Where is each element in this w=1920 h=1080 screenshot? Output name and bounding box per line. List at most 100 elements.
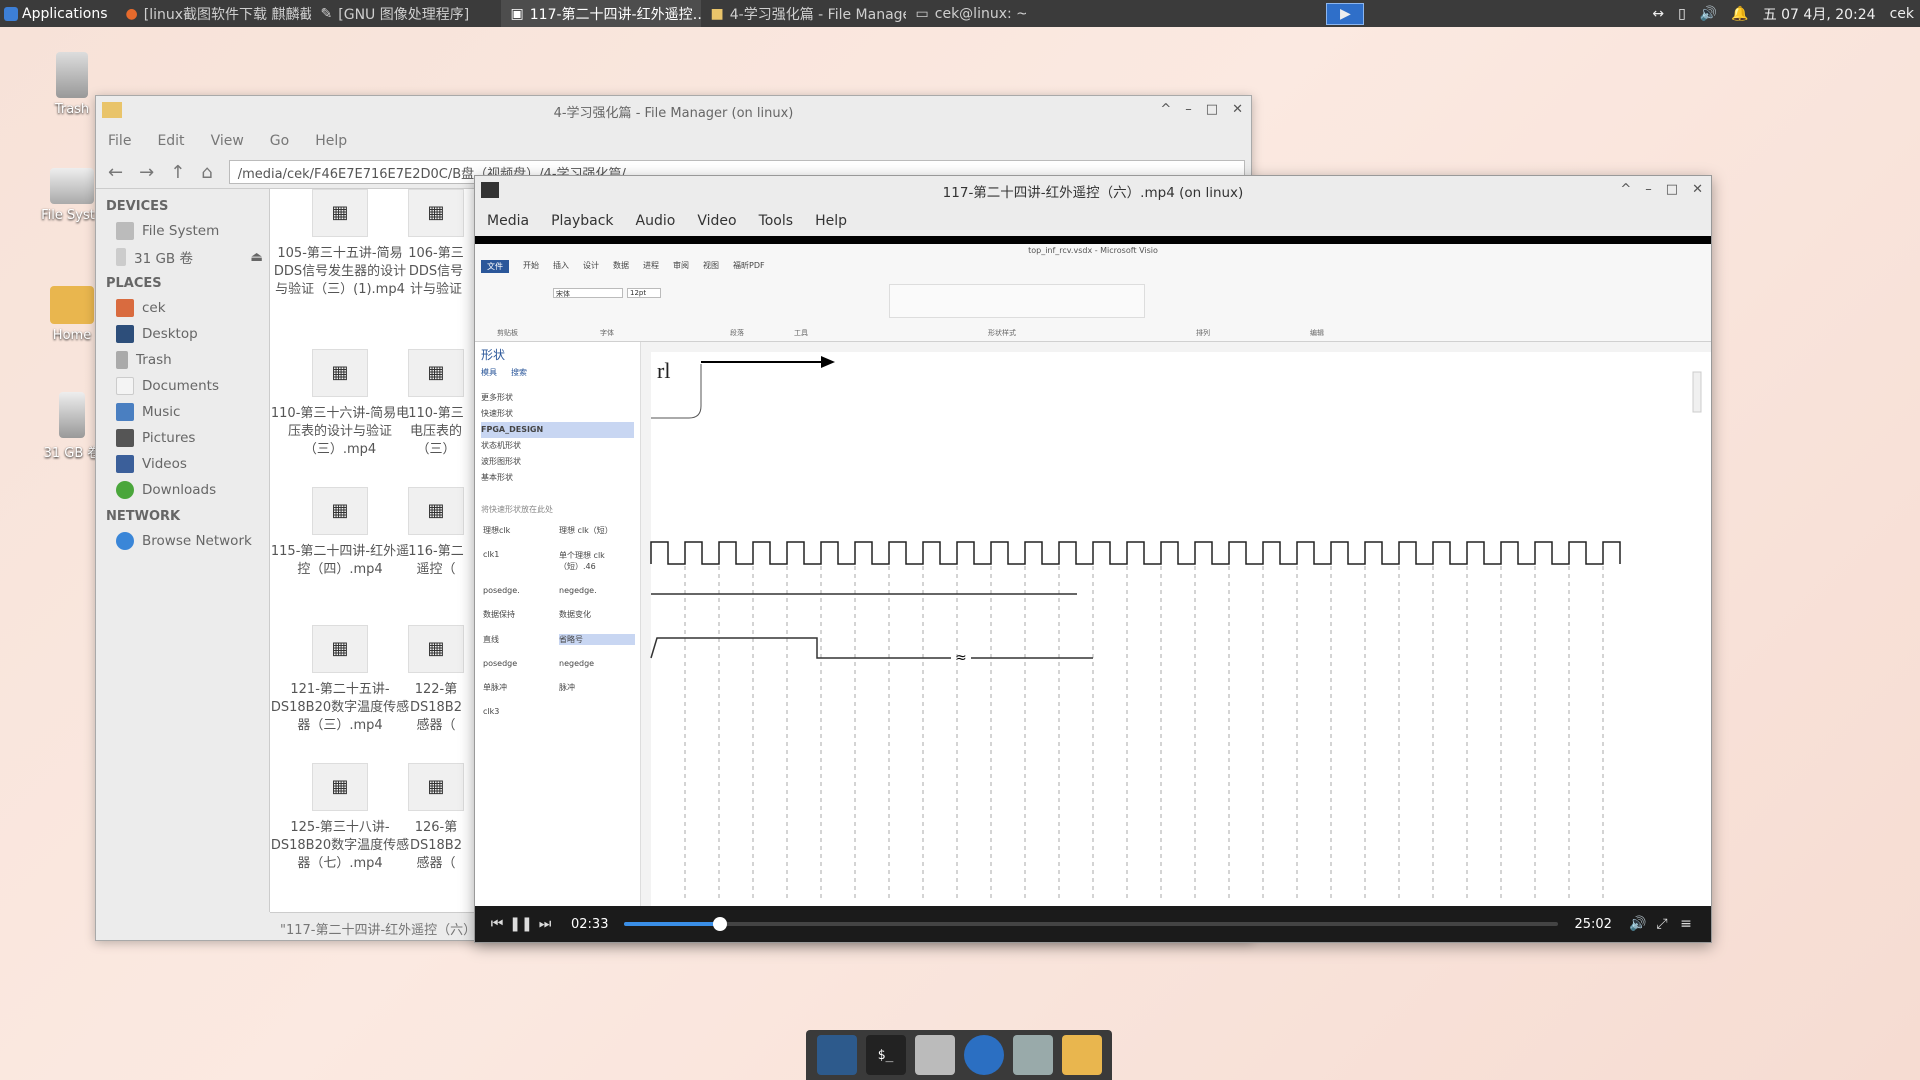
- visio-shape-styles-gallery: [889, 284, 1145, 318]
- data-waveform: [650, 637, 1093, 659]
- file-name: 106-第三DDS信号计与验证: [408, 246, 464, 297]
- terminal-icon: ▭: [915, 5, 929, 22]
- file-item[interactable]: ▦ 116-第二遥控（: [406, 487, 466, 579]
- sidebar-item-label: Browse Network: [142, 533, 252, 549]
- close-button[interactable]: ✕: [1692, 182, 1703, 197]
- clock[interactable]: 五 07 4月, 20:24: [1763, 4, 1876, 24]
- video-area[interactable]: top_inf_rcv.vsdx - Microsoft Visio 文件 开始…: [475, 236, 1711, 906]
- sidebar-item-videos[interactable]: Videos: [96, 451, 269, 477]
- close-button[interactable]: ✕: [1232, 102, 1243, 117]
- player-titlebar[interactable]: 117-第二十四讲-红外遥控（六）.mp4 (on linux) ^ – □ ✕: [475, 176, 1711, 206]
- back-arrow-icon[interactable]: ←: [108, 162, 123, 183]
- taskbar-item-terminal[interactable]: ▭ cek@linux: ~: [906, 0, 1026, 27]
- sidebar-item-cek[interactable]: cek: [96, 295, 269, 321]
- web-browser-icon[interactable]: [963, 1035, 1004, 1075]
- sidebar-item-browse-network[interactable]: Browse Network: [96, 528, 269, 554]
- stencil-item: 省略号: [559, 634, 635, 645]
- taskbar-item-gimp[interactable]: ✎ [GNU 图像处理程序]: [311, 0, 501, 27]
- menu-go[interactable]: Go: [270, 133, 289, 149]
- file-name: 121-第二十五讲-DS18B20数字温度传感器（三）.mp4: [270, 682, 410, 733]
- vertical-ruler: [641, 352, 651, 906]
- file-item[interactable]: ▦ 122-第DS18B2感器（: [406, 625, 466, 735]
- menu-media[interactable]: Media: [487, 213, 529, 229]
- minimize-button[interactable]: –: [1645, 182, 1652, 197]
- rewind-icon[interactable]: ⏮: [485, 916, 509, 932]
- file-item[interactable]: ▦ 115-第二十四讲-红外遥控（四）.mp4: [270, 487, 410, 579]
- forward-arrow-icon[interactable]: →: [139, 162, 154, 183]
- file-manager-icon[interactable]: [914, 1035, 955, 1075]
- sidebar-item-documents[interactable]: Documents: [96, 373, 269, 399]
- show-desktop-icon[interactable]: [816, 1035, 857, 1075]
- file-item[interactable]: ▦ 106-第三DDS信号计与验证: [406, 189, 466, 299]
- eject-icon[interactable]: ⏏: [250, 249, 263, 265]
- file-item[interactable]: ▦ 126-第DS18B2感器（: [406, 763, 466, 873]
- stencil-hint: 将快速形状放在此处: [481, 505, 553, 514]
- seek-knob[interactable]: [712, 917, 727, 931]
- search-icon[interactable]: [1012, 1035, 1053, 1075]
- sidebar-item-label: Videos: [142, 456, 187, 472]
- fullscreen-icon[interactable]: ⤢: [1650, 916, 1674, 932]
- up-arrow-icon[interactable]: ↑: [170, 162, 185, 183]
- volume-icon[interactable]: 🔊: [1700, 6, 1717, 22]
- pause-icon[interactable]: ❚❚: [509, 916, 533, 932]
- visio-group-label: 排列: [1196, 329, 1210, 337]
- file-item[interactable]: ▦ 125-第三十八讲-DS18B20数字温度传感器（七）.mp4: [270, 763, 410, 873]
- drive-icon: [116, 222, 134, 240]
- canvas-scrollbar[interactable]: [1692, 371, 1702, 413]
- player-app-icon: [481, 182, 499, 198]
- videos-icon: [116, 455, 134, 473]
- sidebar-item-label: File System: [142, 223, 220, 239]
- taskbar-item-file-manager[interactable]: ■ 4-学习强化篇 - File Manager: [701, 0, 906, 27]
- file-item[interactable]: ▦ 121-第二十五讲-DS18B20数字温度传感器（三）.mp4: [270, 625, 410, 735]
- menu-view[interactable]: View: [211, 133, 244, 149]
- menu-playback[interactable]: Playback: [551, 213, 613, 229]
- battery-icon[interactable]: ▯: [1678, 6, 1686, 22]
- shade-button[interactable]: ^: [1620, 182, 1631, 197]
- file-item[interactable]: ▦ 110-第三十六讲-简易电压表的设计与验证（三）.mp4: [270, 349, 410, 459]
- visio-group-label: 工具: [794, 329, 808, 337]
- file-item[interactable]: ▦ 105-第三十五讲-简易DDS信号发生器的设计与验证（三）(1).mp4: [270, 189, 410, 299]
- sidebar-item-usb[interactable]: 31 GB 卷 ⏏: [96, 244, 269, 270]
- sidebar-item-music[interactable]: Music: [96, 399, 269, 425]
- file-manager-titlebar[interactable]: 4-学习强化篇 - File Manager (on linux) ^ – □ …: [96, 96, 1251, 126]
- applications-menu[interactable]: Applications: [0, 0, 116, 27]
- menu-tools[interactable]: Tools: [759, 213, 794, 229]
- taskbar-item-video[interactable]: ▣ 117-第二十四讲-红外遥控…: [500, 0, 701, 27]
- maximize-button[interactable]: □: [1206, 102, 1218, 117]
- file-item[interactable]: ▦ 110-第三电压表的（三）: [406, 349, 466, 459]
- terminal-icon[interactable]: $_: [865, 1035, 906, 1075]
- desktop-icon-label: Home: [52, 328, 92, 343]
- menu-video[interactable]: Video: [697, 213, 736, 229]
- folder-icon: [102, 102, 122, 118]
- video-file-icon: ▦: [408, 487, 464, 535]
- taskbar-item-firefox[interactable]: ● [linux截图软件下载 麒麟截…: [116, 0, 311, 27]
- menu-edit[interactable]: Edit: [157, 133, 184, 149]
- user-name[interactable]: cek: [1890, 6, 1914, 22]
- network-icon[interactable]: ↔: [1652, 6, 1664, 22]
- sidebar-item-pictures[interactable]: Pictures: [96, 425, 269, 451]
- sidebar-item-file-system[interactable]: File System: [96, 218, 269, 244]
- menu-audio[interactable]: Audio: [636, 213, 676, 229]
- minimize-button[interactable]: –: [1185, 102, 1192, 117]
- notification-bell-icon[interactable]: 🔔: [1731, 6, 1748, 22]
- video-file-icon: ▦: [408, 625, 464, 673]
- visio-ribbon: top_inf_rcv.vsdx - Microsoft Visio 文件 开始…: [475, 244, 1711, 342]
- sidebar-item-trash[interactable]: Trash: [96, 347, 269, 373]
- playlist-menu-icon[interactable]: ≡: [1674, 916, 1698, 932]
- trash-icon: [116, 351, 128, 369]
- sidebar-item-downloads[interactable]: Downloads: [96, 477, 269, 503]
- video-player-tray-icon[interactable]: ▶: [1326, 2, 1365, 25]
- fast-forward-icon[interactable]: ⏭: [533, 916, 557, 932]
- visio-group-label: 形状样式: [988, 329, 1016, 337]
- folder-icon[interactable]: [1061, 1035, 1102, 1075]
- seek-bar[interactable]: [624, 917, 1559, 931]
- menu-help[interactable]: Help: [315, 133, 347, 149]
- shade-button[interactable]: ^: [1160, 102, 1171, 117]
- home-icon[interactable]: ⌂: [201, 162, 212, 183]
- maximize-button[interactable]: □: [1666, 182, 1678, 197]
- volume-icon[interactable]: 🔊: [1626, 916, 1650, 932]
- sidebar-item-desktop[interactable]: Desktop: [96, 321, 269, 347]
- visio-title: top_inf_rcv.vsdx - Microsoft Visio: [1028, 246, 1158, 255]
- menu-file[interactable]: File: [108, 133, 131, 149]
- menu-help[interactable]: Help: [815, 213, 847, 229]
